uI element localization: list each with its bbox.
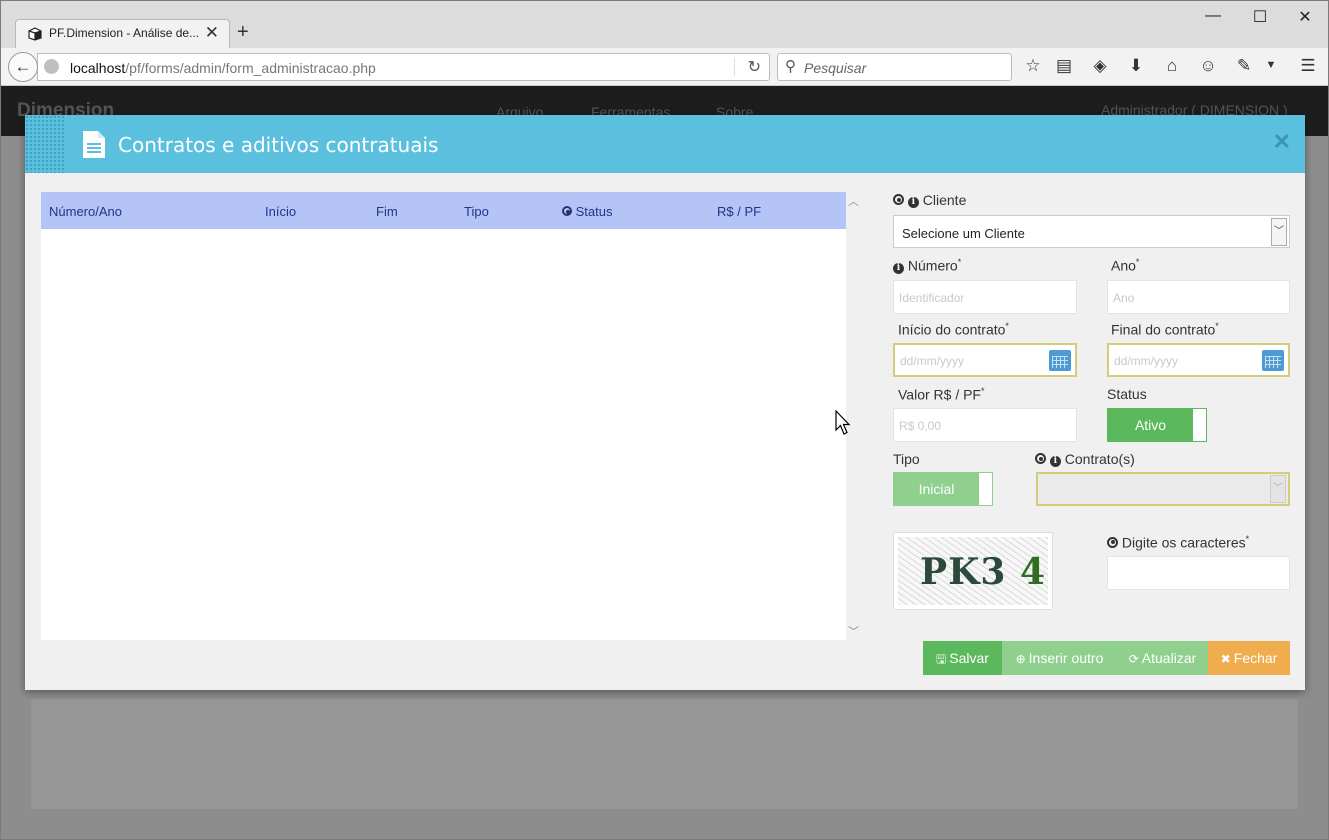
contratos-label: i Contrato(s) bbox=[1035, 451, 1135, 467]
address-bar[interactable]: localhost/pf/forms/admin/form_administra… bbox=[37, 53, 770, 81]
bookmark-star-icon[interactable]: ☆ bbox=[1022, 56, 1044, 76]
tab-bar: PF.Dimension - Análise de... ✕ + — ☐ ✕ bbox=[1, 1, 1328, 48]
column-tipo[interactable]: Tipo bbox=[464, 204, 489, 219]
tab-title: PF.Dimension - Análise de... bbox=[49, 26, 200, 40]
captcha-image: PK3 4 bbox=[893, 532, 1053, 610]
globe-icon bbox=[44, 59, 59, 74]
radio-icon bbox=[1107, 536, 1118, 548]
new-tab-icon[interactable]: + bbox=[237, 21, 249, 44]
cube-icon bbox=[28, 27, 42, 41]
cliente-select[interactable]: Selecione um Cliente ﹀ bbox=[893, 215, 1290, 248]
maximize-icon[interactable]: ☐ bbox=[1248, 7, 1272, 27]
ano-label: Ano* bbox=[1111, 257, 1140, 274]
status-toggle[interactable]: Ativo bbox=[1107, 408, 1207, 442]
reading-list-icon[interactable]: ▤ bbox=[1053, 56, 1075, 76]
modal-title: Contratos e aditivos contratuais bbox=[118, 133, 439, 157]
search-icon: ⚲ bbox=[785, 58, 796, 75]
close-tab-icon[interactable]: ✕ bbox=[205, 23, 219, 43]
grid-header: Número/Ano Início Fim Tipo Status R$ / P… bbox=[41, 192, 846, 229]
save-button[interactable]: 🖫 Salvar bbox=[923, 641, 1002, 675]
cliente-label: i Cliente bbox=[893, 192, 966, 208]
captcha-input[interactable] bbox=[1107, 556, 1290, 590]
valor-placeholder: R$ 0,00 bbox=[899, 419, 942, 433]
radio-icon bbox=[1035, 453, 1046, 464]
cliente-selected-value: Selecione um Cliente bbox=[902, 226, 1025, 241]
home-icon[interactable]: ⌂ bbox=[1161, 56, 1183, 76]
info-icon: i bbox=[907, 197, 919, 208]
close-icon[interactable]: ✕ bbox=[1273, 129, 1291, 155]
numero-input[interactable]: Identificador bbox=[893, 280, 1077, 314]
menu-icon[interactable]: ☰ bbox=[1297, 56, 1319, 76]
column-inicio[interactable]: Início bbox=[265, 204, 296, 219]
close-window-icon[interactable]: ✕ bbox=[1293, 7, 1317, 27]
close-button[interactable]: ✖ Fechar bbox=[1208, 641, 1290, 675]
numero-label: i Número* bbox=[893, 257, 961, 274]
toggle-knob bbox=[1193, 409, 1206, 441]
final-label: Final do contrato* bbox=[1111, 321, 1219, 338]
insert-another-button[interactable]: ⊕ Inserir outro bbox=[1002, 641, 1117, 675]
tipo-toggle-label: Inicial bbox=[894, 473, 979, 505]
pocket-icon[interactable]: ◈ bbox=[1089, 56, 1111, 76]
inicio-placeholder: dd/mm/yyyy bbox=[900, 354, 965, 368]
inicio-label: Início do contrato* bbox=[898, 321, 1009, 338]
radio-icon bbox=[893, 194, 904, 205]
numero-placeholder: Identificador bbox=[899, 291, 965, 305]
radio-icon bbox=[562, 206, 572, 216]
dot-pattern bbox=[25, 115, 65, 173]
inicio-date-input[interactable]: dd/mm/yyyy bbox=[893, 343, 1077, 377]
dropdown-icon[interactable]: ▼ bbox=[1260, 59, 1282, 71]
final-placeholder: dd/mm/yyyy bbox=[1114, 354, 1179, 368]
captcha-label: Digite os caracteres* bbox=[1107, 534, 1249, 551]
navigation-bar: localhost/pf/forms/admin/form_administra… bbox=[1, 48, 1328, 86]
plus-circle-icon: ⊕ bbox=[1015, 652, 1026, 666]
info-icon: i bbox=[893, 262, 904, 274]
valor-label: Valor R$ / PF* bbox=[898, 386, 985, 403]
search-placeholder: Pesquisar bbox=[804, 60, 867, 76]
ano-placeholder: Ano bbox=[1113, 291, 1135, 305]
mouse-cursor-icon bbox=[835, 410, 851, 435]
floppy-icon: 🖫 bbox=[936, 652, 947, 666]
info-icon: i bbox=[1049, 456, 1061, 467]
search-bar[interactable]: ⚲ Pesquisar bbox=[777, 53, 1012, 81]
scroll-down-icon[interactable]: ﹀ bbox=[848, 623, 859, 639]
reload-icon[interactable]: ↻ bbox=[748, 57, 761, 77]
refresh-button[interactable]: ⟳ Atualizar bbox=[1117, 641, 1208, 675]
browser-tab[interactable]: PF.Dimension - Análise de... ✕ bbox=[15, 19, 230, 48]
column-numero-ano[interactable]: Número/Ano bbox=[49, 204, 122, 219]
captcha-noise: PK3 4 bbox=[898, 537, 1048, 605]
final-date-input[interactable]: dd/mm/yyyy bbox=[1107, 343, 1290, 377]
refresh-icon: ⟳ bbox=[1128, 652, 1139, 666]
tipo-toggle[interactable]: Inicial bbox=[893, 472, 993, 506]
valor-input[interactable]: R$ 0,00 bbox=[893, 408, 1077, 442]
tipo-label: Tipo bbox=[893, 451, 920, 467]
ano-input[interactable]: Ano bbox=[1107, 280, 1290, 314]
divider bbox=[734, 58, 735, 76]
times-icon: ✖ bbox=[1220, 652, 1231, 666]
column-fim[interactable]: Fim bbox=[376, 204, 398, 219]
status-toggle-label: Ativo bbox=[1108, 409, 1193, 441]
smiley-icon[interactable]: ☺ bbox=[1197, 56, 1219, 76]
document-icon bbox=[83, 131, 105, 158]
chevron-down-icon: ﹀ bbox=[1270, 475, 1286, 503]
contratos-select[interactable]: ﹀ bbox=[1036, 472, 1290, 506]
url-text[interactable]: localhost/pf/forms/admin/form_administra… bbox=[70, 60, 376, 76]
contracts-grid: Número/Ano Início Fim Tipo Status R$ / P… bbox=[41, 192, 846, 640]
column-valor-pf[interactable]: R$ / PF bbox=[717, 204, 761, 219]
column-status[interactable]: Status bbox=[562, 204, 612, 219]
download-icon[interactable]: ⬇ bbox=[1125, 56, 1147, 76]
status-label: Status bbox=[1107, 386, 1147, 402]
scroll-up-icon[interactable]: ︿ bbox=[848, 193, 859, 209]
extension-icon[interactable]: ✎ bbox=[1233, 56, 1255, 76]
calendar-icon[interactable] bbox=[1262, 350, 1284, 371]
toggle-knob bbox=[979, 473, 992, 505]
modal-header: Contratos e aditivos contratuais ✕ bbox=[25, 115, 1305, 173]
calendar-icon[interactable] bbox=[1049, 350, 1071, 371]
chevron-down-icon: ﹀ bbox=[1271, 218, 1287, 246]
contracts-modal: Contratos e aditivos contratuais ✕ Númer… bbox=[25, 115, 1305, 690]
background-panel bbox=[31, 699, 1298, 809]
captcha-text: PK3 4 bbox=[920, 551, 1047, 593]
minimize-icon[interactable]: — bbox=[1201, 7, 1225, 25]
back-button[interactable]: ← bbox=[8, 52, 38, 82]
